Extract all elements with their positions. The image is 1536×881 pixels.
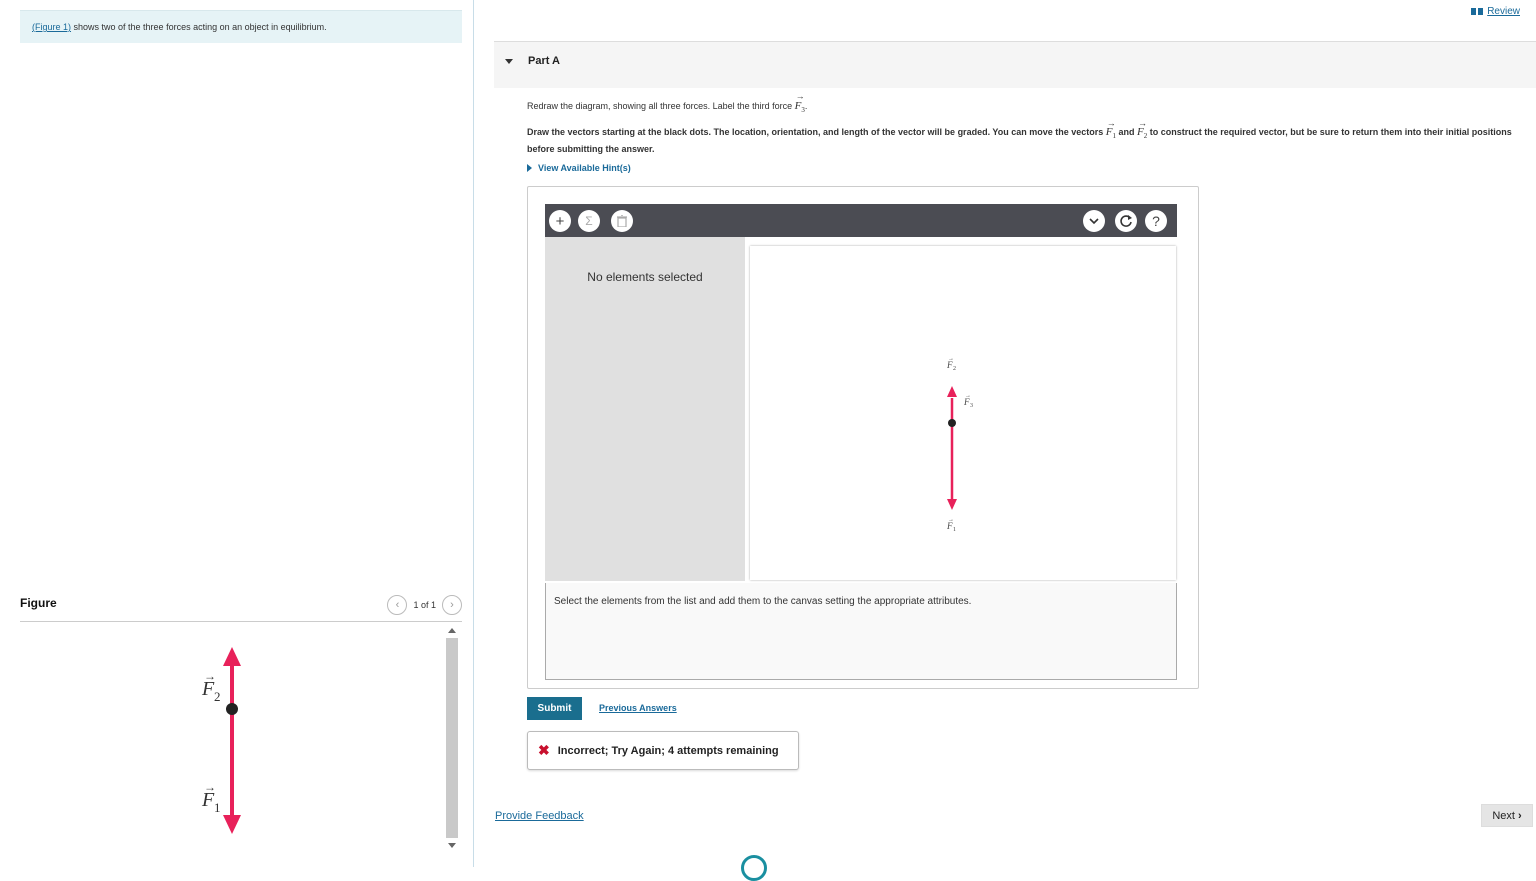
canvas-f2-vector[interactable] <box>947 386 957 397</box>
intro-box: (Figure 1) shows two of the three forces… <box>20 10 462 43</box>
no-selection-text: No elements selected <box>587 270 703 284</box>
book-icon <box>1471 8 1484 15</box>
figure-scrollbar[interactable] <box>445 626 459 850</box>
scroll-thumb[interactable] <box>446 638 458 838</box>
question-instruction-2: Draw the vectors starting at the black d… <box>527 118 1522 156</box>
figure-link[interactable]: (Figure 1) <box>32 22 71 32</box>
trash-icon <box>617 215 627 227</box>
part-title: Part A <box>528 55 560 67</box>
help-icon: ? <box>1152 213 1160 229</box>
figure-pager: ‹ 1 of 1 › <box>387 595 462 615</box>
instructions-box: Select the elements from the list and ad… <box>545 583 1177 680</box>
publisher-logo-icon <box>741 855 767 881</box>
canvas-f2-sub: 2 <box>953 366 956 372</box>
canvas-object-dot <box>948 419 956 427</box>
f1-symbol: → F1 <box>1105 118 1117 141</box>
f2-symbol: → F2 <box>1137 118 1148 141</box>
chevron-down-icon <box>1089 217 1099 224</box>
sum-vectors-button[interactable]: Σ <box>578 210 600 232</box>
scroll-down-icon[interactable] <box>448 843 456 848</box>
plus-icon: + <box>555 212 565 230</box>
sigma-icon: Σ <box>585 214 593 228</box>
figure-image: F 2 → F 1 → <box>20 625 444 855</box>
review-link[interactable]: Review <box>1471 6 1520 17</box>
feedback-message: ✖ Incorrect; Try Again; 4 attempts remai… <box>527 731 799 770</box>
chevron-right-icon: › <box>450 599 454 611</box>
drawing-canvas[interactable]: F 2 → F 3 → F 1 → <box>750 246 1176 580</box>
pager-text: 1 of 1 <box>413 600 436 610</box>
reset-button[interactable] <box>1115 210 1137 232</box>
reset-icon <box>1120 215 1132 227</box>
intro-text: shows two of the three forces acting on … <box>71 22 327 32</box>
element-properties-panel: No elements selected <box>545 237 745 581</box>
question-instruction-1: Redraw the diagram, showing all three fo… <box>527 91 808 115</box>
p1-text: Redraw the diagram, showing all three fo… <box>527 101 795 111</box>
f2-arrowhead <box>223 647 241 666</box>
fig-f1-arrow: → <box>204 780 216 794</box>
f3-symbol: → F3 <box>794 91 805 115</box>
fig-f1-sub: 1 <box>214 800 221 815</box>
chevron-left-icon: ‹ <box>395 599 400 611</box>
next-figure-button[interactable]: › <box>442 595 462 615</box>
canvas-f3-arrow: → <box>965 393 971 399</box>
canvas-f1-arrow: → <box>948 517 954 523</box>
canvas-diagram: F 2 → F 3 → F 1 → <box>946 356 973 533</box>
force-diagram: F 2 → F 1 → <box>201 647 241 834</box>
p2-and: and <box>1116 127 1138 137</box>
next-button[interactable]: Next › <box>1481 804 1533 827</box>
next-label: Next <box>1492 809 1515 822</box>
view-hints-toggle[interactable]: View Available Hint(s) <box>527 163 631 173</box>
hints-label: View Available Hint(s) <box>538 163 631 173</box>
caret-down-icon <box>505 59 513 64</box>
previous-answers-link[interactable]: Previous Answers <box>599 703 677 713</box>
chevron-right-icon: › <box>1517 809 1522 822</box>
part-a-header[interactable]: Part A <box>494 41 1536 88</box>
f1-arrowhead <box>223 815 241 834</box>
object-dot <box>226 703 238 715</box>
delete-element-button[interactable] <box>611 210 633 232</box>
provide-feedback-link[interactable]: Provide Feedback <box>495 810 584 822</box>
add-element-button[interactable]: + <box>549 210 571 232</box>
canvas-f1-sub: 1 <box>953 527 956 533</box>
caret-right-icon <box>527 164 532 172</box>
close-x-icon: ✖ <box>538 742 550 758</box>
submit-button[interactable]: Submit <box>527 697 582 720</box>
canvas-f2-arrow: → <box>948 356 954 362</box>
prev-figure-button[interactable]: ‹ <box>387 595 408 615</box>
help-button[interactable]: ? <box>1145 210 1167 232</box>
feedback-text: Incorrect; Try Again; 4 attempts remaini… <box>557 744 779 757</box>
fig-f2-arrow: → <box>204 669 216 683</box>
figure-title: Figure <box>20 596 57 610</box>
scroll-up-icon[interactable] <box>448 628 456 633</box>
drawing-toolbar: + Σ ? <box>545 204 1177 237</box>
canvas-f1-vector[interactable] <box>947 499 957 510</box>
canvas-f3-sub: 3 <box>970 403 973 409</box>
instructions-text: Select the elements from the list and ad… <box>554 596 972 607</box>
review-label: Review <box>1487 6 1520 17</box>
p2-text-a: Draw the vectors starting at the black d… <box>527 127 1106 137</box>
figure-header: Figure ‹ 1 of 1 › <box>20 595 462 622</box>
figure-pane: (Figure 1) shows two of the three forces… <box>0 0 474 867</box>
dropdown-button[interactable] <box>1083 210 1105 232</box>
fig-f2-sub: 2 <box>214 689 221 704</box>
